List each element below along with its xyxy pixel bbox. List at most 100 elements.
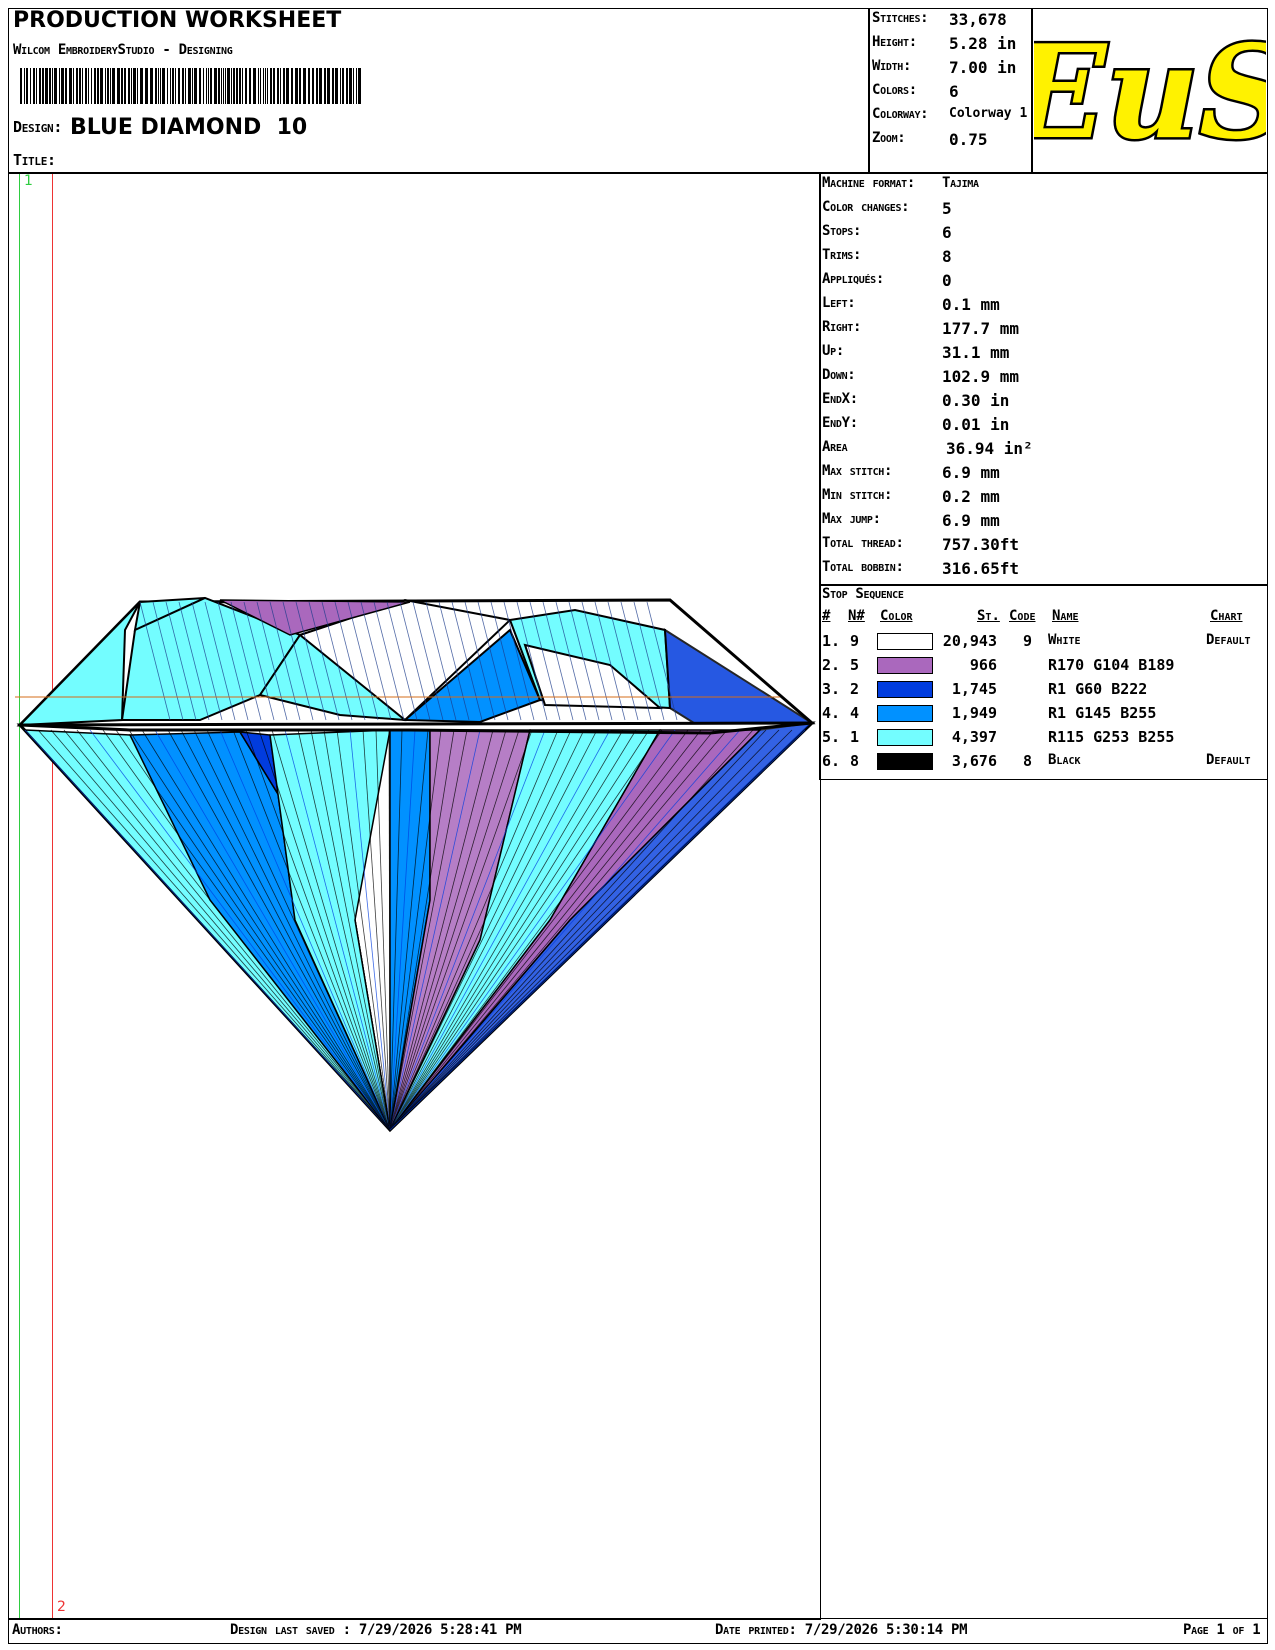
barcode-bar [218, 68, 220, 104]
row-code: 8 [1022, 752, 1032, 770]
stat-label-left: Left: [822, 295, 856, 311]
diamond-design-preview [15, 596, 816, 1133]
stat-label-min-stitch: Min stitch: [822, 487, 893, 503]
barcode-bar [26, 68, 28, 104]
barcode-bar [260, 68, 261, 104]
row-stitches: 3,676 [951, 752, 997, 770]
footer-authors: Authors: [12, 1622, 63, 1638]
barcode-bar [340, 68, 341, 104]
barcode-bar [105, 68, 106, 104]
color-swatch [877, 753, 933, 770]
stat-value-stops: 6 [942, 223, 952, 242]
barcode-bar [233, 68, 235, 104]
row-name: White [1048, 632, 1081, 648]
barcode-bar [199, 68, 201, 104]
barcode-bar [36, 68, 37, 104]
barcode-bar [94, 68, 96, 104]
stat-value-endx: 0.30 in [942, 391, 1010, 410]
barcode-bar [273, 68, 275, 104]
barcode-bar [353, 68, 354, 104]
stat-label-up: Up: [822, 343, 844, 359]
barcode-bar [162, 68, 165, 104]
stat-label-down: Down: [822, 367, 856, 383]
row-name: R115 G253 B255 [1048, 728, 1175, 746]
footer-page-number: Page 1 of 1 [1183, 1622, 1261, 1638]
barcode-bar [91, 68, 92, 104]
barcode-bar [208, 68, 209, 104]
stat-label-stops: Stops: [822, 223, 862, 239]
row-chart: Default [1206, 632, 1251, 648]
stat-label-total-thread: Total thread: [822, 535, 904, 551]
barcode-bar [327, 68, 330, 104]
summary-value-height: 5.28 in [949, 34, 1017, 53]
stat-label-right: Right: [822, 319, 862, 335]
row-num: 4. [822, 704, 841, 722]
barcode-bar [286, 68, 289, 104]
barcode-bar [128, 68, 130, 104]
barcode-bar [221, 68, 222, 104]
guide-label-2: 2 [57, 1599, 66, 1615]
barcode-bar [39, 68, 41, 104]
col-header-color: Color [880, 608, 913, 624]
color-swatch [877, 705, 933, 722]
barcode-bar [52, 68, 53, 104]
barcode-bar [100, 68, 103, 104]
barcode-bar [308, 68, 310, 104]
barcode-bar [88, 68, 89, 104]
color-swatch [877, 633, 933, 650]
color-swatch [877, 681, 933, 698]
barcode-bar [121, 68, 123, 104]
summary-label-zoom: Zoom: [872, 130, 906, 146]
barcode-bar [249, 68, 251, 104]
stat-label-endx: EndX: [822, 391, 858, 407]
page-title: PRODUCTION WORKSHEET [13, 8, 342, 33]
barcode-bar [30, 68, 31, 104]
summary-value-width: 7.00 in [949, 58, 1017, 77]
stat-label-machine-format: Machine format: [822, 175, 916, 191]
stat-label-max-stitch: Max stitch: [822, 463, 893, 479]
table-row: 1. 9 20,943 9 White Default [822, 632, 1266, 654]
stat-value-max-jump: 6.9 mm [942, 511, 1000, 530]
row-num: 2. [822, 656, 841, 674]
barcode-bar [82, 68, 83, 104]
summary-label-colors: Colors: [872, 82, 917, 98]
barcode-bar [295, 68, 298, 104]
stat-value-total-bobbin: 316.65ft [942, 559, 1020, 578]
row-num: 1. [822, 632, 841, 650]
row-name: R1 G145 B255 [1048, 704, 1157, 722]
row-stitches: 20,943 [942, 632, 997, 650]
col-header-name: Name [1052, 608, 1079, 624]
barcode-bar [263, 68, 264, 104]
barcode-bar [107, 68, 109, 104]
col-header-needle: N# [848, 608, 865, 624]
row-needle: 5 [850, 656, 860, 674]
row-num: 3. [822, 680, 841, 698]
summary-value-colors: 6 [949, 82, 959, 101]
row-stitches: 966 [969, 656, 997, 674]
barcode-bar [236, 68, 238, 104]
barcode-bar [175, 68, 176, 104]
design-label: Design: [13, 118, 63, 136]
row-code: 9 [1022, 632, 1032, 650]
barcode-bar [59, 68, 60, 104]
stat-value-endy: 0.01 in [942, 415, 1010, 434]
barcode-bar [214, 68, 217, 104]
crown-facet-right [663, 628, 815, 735]
barcode-bar [170, 68, 171, 104]
barcode-bar [188, 68, 191, 104]
barcode-bar [150, 68, 153, 104]
barcode-bar [335, 68, 338, 104]
color-swatch [877, 657, 933, 674]
stop-sequence-table: # N# Color St. Code Name Chart 1. 9 20,9… [822, 608, 1266, 778]
row-num: 6. [822, 752, 841, 770]
summary-value-zoom: 0.75 [949, 130, 988, 149]
row-stitches: 1,949 [951, 704, 997, 722]
crown-facet-left [17, 601, 141, 727]
barcode-bar [160, 68, 161, 104]
row-needle: 2 [850, 680, 860, 698]
barcode-bar [192, 68, 193, 104]
summary-label-height: Height: [872, 34, 917, 50]
row-stitches: 4,397 [951, 728, 997, 746]
footer-last-saved: Design last saved : 7/29/2026 5:28:41 PM [230, 1622, 522, 1638]
barcode-bar [210, 68, 212, 104]
